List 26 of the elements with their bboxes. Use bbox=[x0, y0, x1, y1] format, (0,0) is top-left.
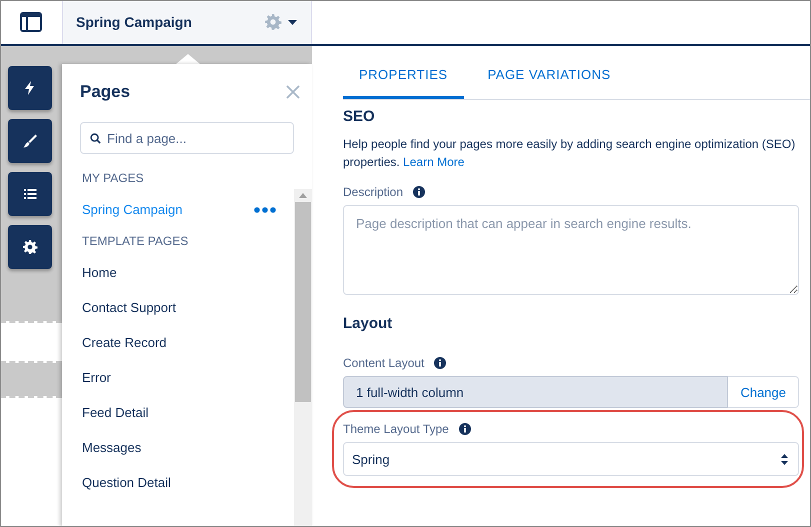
section-heading: TEMPLATE PAGES bbox=[82, 233, 190, 250]
page-item[interactable]: Question Detail bbox=[82, 475, 171, 490]
field-label: Content Layout bbox=[343, 356, 424, 370]
page-item[interactable]: Create Record bbox=[82, 335, 167, 350]
section-heading: MY PAGES bbox=[82, 170, 145, 187]
page-item[interactable]: Error bbox=[82, 370, 111, 385]
page-item[interactable]: Feed Detail bbox=[82, 405, 148, 420]
section-heading: SEO bbox=[343, 108, 376, 125]
description-field[interactable]: Page description that can appear in search engine results. bbox=[343, 205, 799, 295]
theme-layout-select[interactable]: Spring bbox=[343, 442, 799, 476]
field-label: Description bbox=[343, 185, 404, 199]
panel-title: Pages bbox=[80, 82, 130, 102]
help-text: Help people find your pages more easily by adding search engine optimization (SEO) properties. Learn More bbox=[343, 136, 796, 171]
learn-more-link[interactable]: Learn More bbox=[403, 155, 464, 169]
page-item[interactable]: Spring Campaign bbox=[82, 202, 182, 217]
page-item[interactable]: Messages bbox=[82, 440, 142, 455]
section-heading: Layout bbox=[343, 315, 394, 332]
search-field[interactable]: Find a page... bbox=[80, 122, 294, 154]
field-label: Theme Layout Type bbox=[343, 422, 449, 436]
tab[interactable]: PROPERTIES bbox=[343, 67, 464, 99]
page-item[interactable]: Home bbox=[82, 265, 117, 280]
tab[interactable]: PAGE VARIATIONS bbox=[472, 67, 627, 99]
page-title: Spring Campaign bbox=[76, 14, 193, 30]
page-item[interactable]: Contact Support bbox=[82, 300, 176, 315]
content-layout-field: 1 full-width column bbox=[343, 376, 728, 408]
change-button[interactable]: Change bbox=[728, 376, 799, 408]
